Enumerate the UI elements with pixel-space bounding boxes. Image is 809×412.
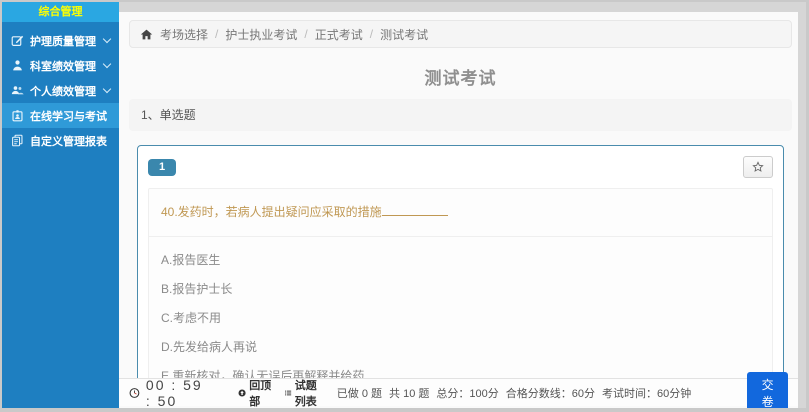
app-window: 综合管理 护理质量管理 科室绩效管理 个人绩效管理	[2, 2, 806, 408]
main-area: 考场选择 / 护士执业考试 / 正式考试 / 测试考试 测试考试 1、单选题 1	[119, 2, 806, 408]
breadcrumb: 考场选择 / 护士执业考试 / 正式考试 / 测试考试	[129, 20, 792, 48]
user-icon	[11, 59, 24, 72]
page-title: 测试考试	[129, 64, 792, 89]
list-icon	[284, 387, 292, 399]
arrow-up-circle-icon	[238, 387, 246, 399]
exam-stats: 已做 0 题 共 10 题 总分：100分 合格分数线：60分 考试时间：60分…	[337, 385, 691, 401]
answer-blank-line	[382, 206, 448, 216]
submit-exam-button[interactable]: 交卷	[747, 372, 788, 409]
sidebar-title: 综合管理	[2, 2, 119, 22]
breadcrumb-separator: /	[370, 27, 373, 41]
sidebar-item-label: 科室绩效管理	[30, 58, 96, 74]
stat-total-score: 总分：100分	[436, 385, 498, 401]
question-type-bar: 1、单选题	[129, 99, 792, 131]
sidebar-item-label: 个人绩效管理	[30, 83, 96, 99]
chevron-down-icon	[103, 85, 111, 93]
sidebar-item-online-learning-exam[interactable]: 在线学习与考试	[2, 103, 119, 128]
question-number-badge: 1	[148, 159, 176, 176]
sidebar-item-label: 自定义管理报表	[30, 133, 107, 149]
badge-icon	[11, 109, 24, 122]
scrollbar-track[interactable]	[798, 12, 806, 408]
favorite-button[interactable]	[743, 156, 773, 178]
chevron-down-icon	[103, 60, 111, 68]
question-text: 40.发药时，若病人提出疑问应采取的措施	[149, 189, 772, 237]
stat-duration: 考试时间：60分钟	[602, 385, 691, 401]
stat-answered: 已做 0 题	[337, 385, 382, 401]
options-list: A.报告医生 B.报告护士长 C.考虑不用 D.先发给病人再说 E.重新核对，确…	[149, 237, 772, 381]
option-d[interactable]: D.先发给病人再说	[161, 332, 760, 361]
sidebar-item-nursing-quality[interactable]: 护理质量管理	[2, 28, 119, 53]
question-card: 1 40.发药时，若病人提出疑问应采取的措施 A.报告医生 B.报告护士长 C.…	[137, 145, 784, 381]
countdown-timer: 00 : 59 : 50	[129, 377, 210, 409]
back-to-top-button[interactable]: 回顶部	[238, 377, 272, 409]
sidebar-item-label: 在线学习与考试	[30, 108, 107, 124]
breadcrumb-separator: /	[304, 27, 307, 41]
option-b[interactable]: B.报告护士长	[161, 274, 760, 303]
sidebar-item-dept-performance[interactable]: 科室绩效管理	[2, 53, 119, 78]
main-content: 考场选择 / 护士执业考试 / 正式考试 / 测试考试 测试考试 1、单选题 1	[119, 12, 806, 381]
sidebar-nav: 护理质量管理 科室绩效管理 个人绩效管理	[2, 22, 119, 153]
breadcrumb-item-nurse-exam[interactable]: 护士执业考试	[225, 26, 297, 43]
users-icon	[11, 84, 24, 97]
breadcrumb-separator: /	[215, 27, 218, 41]
timer-value: 00 : 59 : 50	[146, 377, 210, 409]
edit-icon	[11, 34, 24, 47]
breadcrumb-item-test-exam[interactable]: 测试考试	[380, 26, 428, 43]
window-top-strip	[119, 2, 806, 12]
clock-icon	[129, 385, 140, 401]
question-list-button[interactable]: 试题列表	[284, 377, 325, 409]
option-c[interactable]: C.考虑不用	[161, 303, 760, 332]
sidebar-item-label: 护理质量管理	[30, 33, 96, 49]
exam-status-bar: 00 : 59 : 50 回顶部 试题列表 已做 0 题 共 10 题 总分：1…	[119, 378, 798, 406]
question-panel: 40.发药时，若病人提出疑问应采取的措施 A.报告医生 B.报告护士长 C.考虑…	[148, 188, 773, 381]
stat-pass-line: 合格分数线：60分	[506, 385, 595, 401]
home-icon[interactable]	[140, 28, 153, 41]
question-card-header: 1	[148, 156, 773, 178]
option-a[interactable]: A.报告医生	[161, 245, 760, 274]
chevron-down-icon	[103, 35, 111, 43]
stat-total-questions: 共 10 题	[389, 385, 429, 401]
sidebar-item-personal-performance[interactable]: 个人绩效管理	[2, 78, 119, 103]
breadcrumb-item-formal-exam[interactable]: 正式考试	[315, 26, 363, 43]
breadcrumb-item-exam-room[interactable]: 考场选择	[160, 26, 208, 43]
question-card-viewport: 1 40.发药时，若病人提出疑问应采取的措施 A.报告医生 B.报告护士长 C.…	[137, 145, 784, 381]
sidebar-item-custom-reports[interactable]: 自定义管理报表	[2, 128, 119, 153]
report-icon	[11, 134, 24, 147]
star-icon	[752, 161, 764, 173]
sidebar: 综合管理 护理质量管理 科室绩效管理 个人绩效管理	[2, 2, 119, 408]
